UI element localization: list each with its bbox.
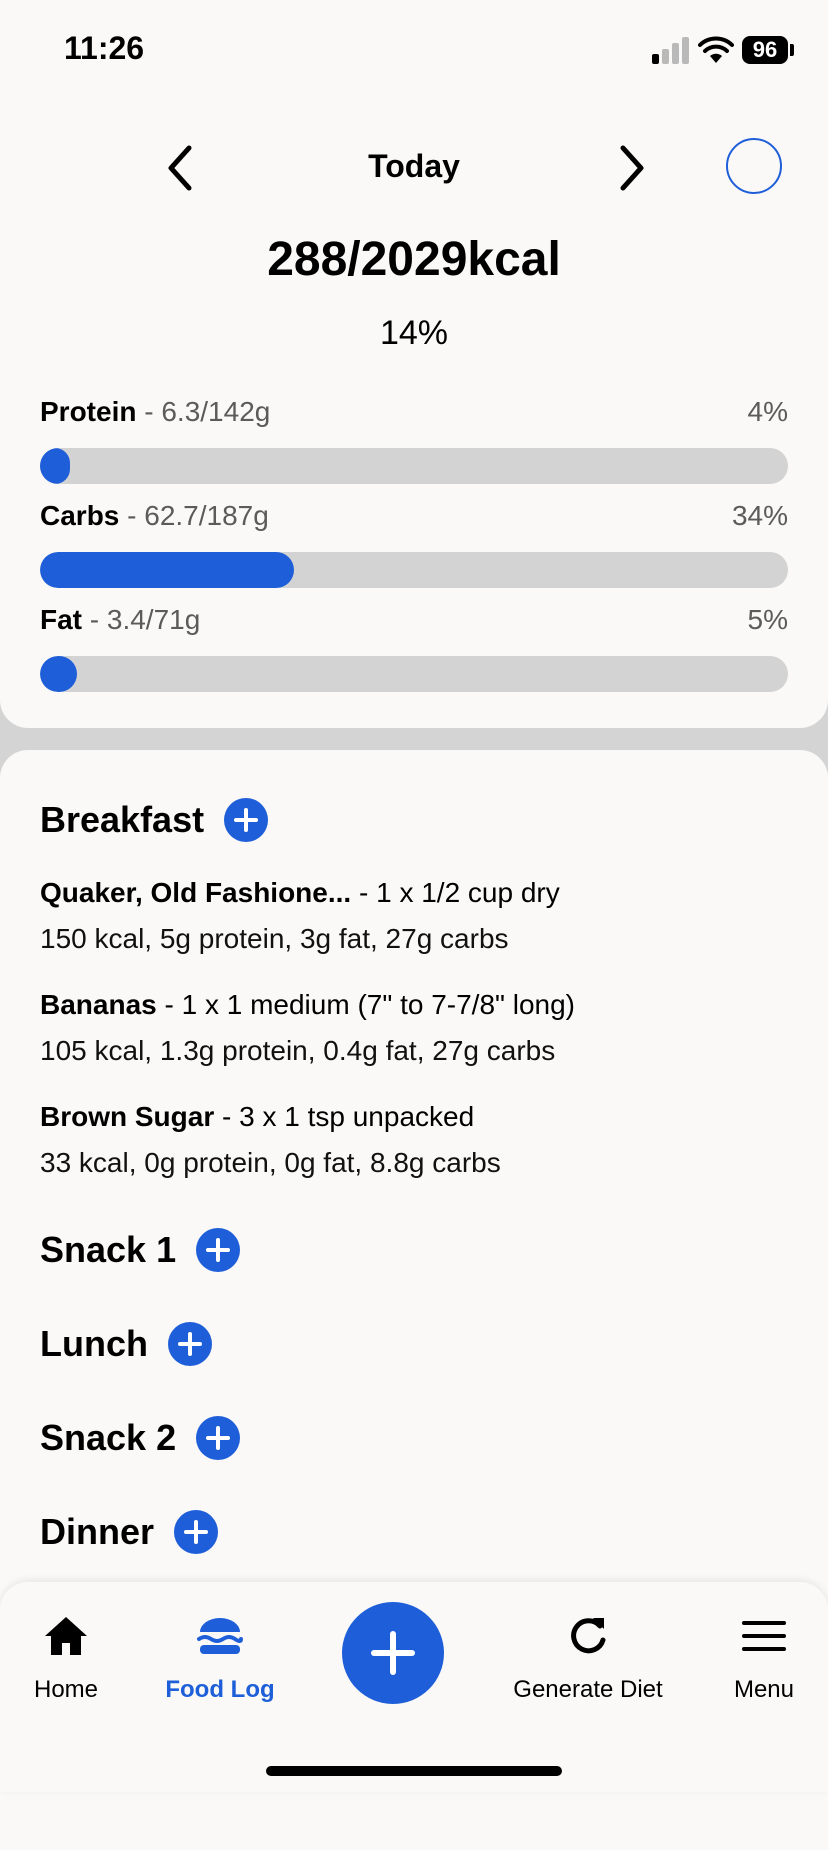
macro-carbs: Carbs - 62.7/187g 34% <box>40 500 788 588</box>
chevron-left-icon <box>168 145 192 191</box>
status-bar: 11:26 96 <box>0 0 828 100</box>
add-breakfast-button[interactable] <box>224 798 269 842</box>
food-nutrition: 33 kcal, 0g protein, 0g fat, 8.8g carbs <box>40 1147 501 1178</box>
food-name: Quaker, Old Fashione... <box>40 877 352 908</box>
tab-label: Generate Diet <box>513 1676 663 1703</box>
tab-label: Menu <box>733 1676 795 1703</box>
menu-icon <box>742 1621 786 1651</box>
home-icon <box>45 1617 87 1655</box>
meal-title: Lunch <box>40 1323 148 1364</box>
progress-track <box>40 448 788 484</box>
macro-percent: 34% <box>731 500 788 531</box>
food-item[interactable]: Quaker, Old Fashione... - 1 x 1/2 cup dr… <box>40 870 800 962</box>
tab-food-log[interactable]: Food Log <box>158 1612 282 1704</box>
meal-snack-2: Snack 2 <box>40 1414 241 1462</box>
home-indicator <box>266 1766 562 1776</box>
calorie-percent: 14% <box>379 314 449 352</box>
macro-amount: - 6.3/142g <box>136 396 271 427</box>
meal-title: Snack 1 <box>40 1229 177 1270</box>
macro-amount: - 3.4/71g <box>82 604 201 635</box>
food-serving: - 3 x 1 tsp unpacked <box>214 1101 475 1132</box>
tab-label: Home <box>33 1676 99 1703</box>
tab-home[interactable]: Home <box>16 1612 116 1704</box>
macro-amount: - 62.7/187g <box>119 500 269 531</box>
food-item[interactable]: Bananas - 1 x 1 medium (7" to 7-7/8" lon… <box>40 982 800 1074</box>
meal-title: Breakfast <box>40 799 205 840</box>
date-label[interactable]: Today <box>300 148 528 185</box>
progress-fill <box>40 552 295 588</box>
progress-fill <box>40 656 78 692</box>
add-snack-2-button[interactable] <box>196 1416 241 1460</box>
food-serving: - 1 x 1/2 cup dry <box>351 877 560 908</box>
add-dinner-button[interactable] <box>174 1510 219 1554</box>
food-serving: - 1 x 1 medium (7" to 7-7/8" long) <box>156 989 575 1020</box>
tab-label: Food Log <box>165 1676 275 1703</box>
food-name: Bananas <box>40 989 157 1020</box>
food-item[interactable]: Brown Sugar - 3 x 1 tsp unpacked 33 kcal… <box>40 1094 800 1186</box>
battery-icon: 96 <box>742 36 788 64</box>
macro-fat: Fat - 3.4/71g 5% <box>40 604 788 692</box>
meal-lunch: Lunch <box>40 1320 212 1368</box>
add-lunch-button[interactable] <box>167 1322 212 1366</box>
progress-track <box>40 656 788 692</box>
meal-snack-1: Snack 1 <box>40 1226 241 1274</box>
next-day-button[interactable] <box>600 136 664 200</box>
macro-name: Carbs <box>40 500 120 531</box>
calendar-circle-button[interactable] <box>726 138 782 194</box>
macro-protein: Protein - 6.3/142g 4% <box>40 396 788 484</box>
meal-breakfast: Breakfast <box>40 796 269 844</box>
progress-track <box>40 552 788 588</box>
refresh-icon <box>571 1618 606 1654</box>
progress-fill <box>40 448 70 484</box>
macro-percent: 4% <box>747 396 788 427</box>
tab-generate-diet[interactable]: Generate Diet <box>500 1612 676 1704</box>
macro-percent: 5% <box>747 604 788 635</box>
food-nutrition: 105 kcal, 1.3g protein, 0.4g fat, 27g ca… <box>40 1035 556 1066</box>
battery-tip <box>790 44 794 56</box>
previous-day-button[interactable] <box>148 136 212 200</box>
date-navigation: Today <box>0 136 828 200</box>
calorie-total: 288/2029kcal <box>267 233 561 286</box>
daily-summary-card: 11:26 96 Today 288/2029kcal 14% Protein … <box>0 0 828 728</box>
status-time: 11:26 <box>64 30 145 66</box>
macro-name: Fat <box>40 604 82 635</box>
wifi-icon <box>698 36 734 63</box>
meal-title: Dinner <box>40 1511 155 1552</box>
add-food-fab-button[interactable] <box>342 1602 444 1704</box>
macro-name: Protein <box>40 396 137 427</box>
chevron-right-icon <box>620 145 644 191</box>
cellular-signal-icon <box>652 36 692 64</box>
meal-dinner: Dinner <box>40 1508 219 1556</box>
food-name: Brown Sugar <box>40 1101 215 1132</box>
add-snack-1-button[interactable] <box>196 1228 241 1272</box>
food-nutrition: 150 kcal, 5g protein, 3g fat, 27g carbs <box>40 923 509 954</box>
meal-title: Snack 2 <box>40 1417 177 1458</box>
burger-icon <box>197 1618 243 1654</box>
tab-menu[interactable]: Menu <box>712 1612 816 1704</box>
